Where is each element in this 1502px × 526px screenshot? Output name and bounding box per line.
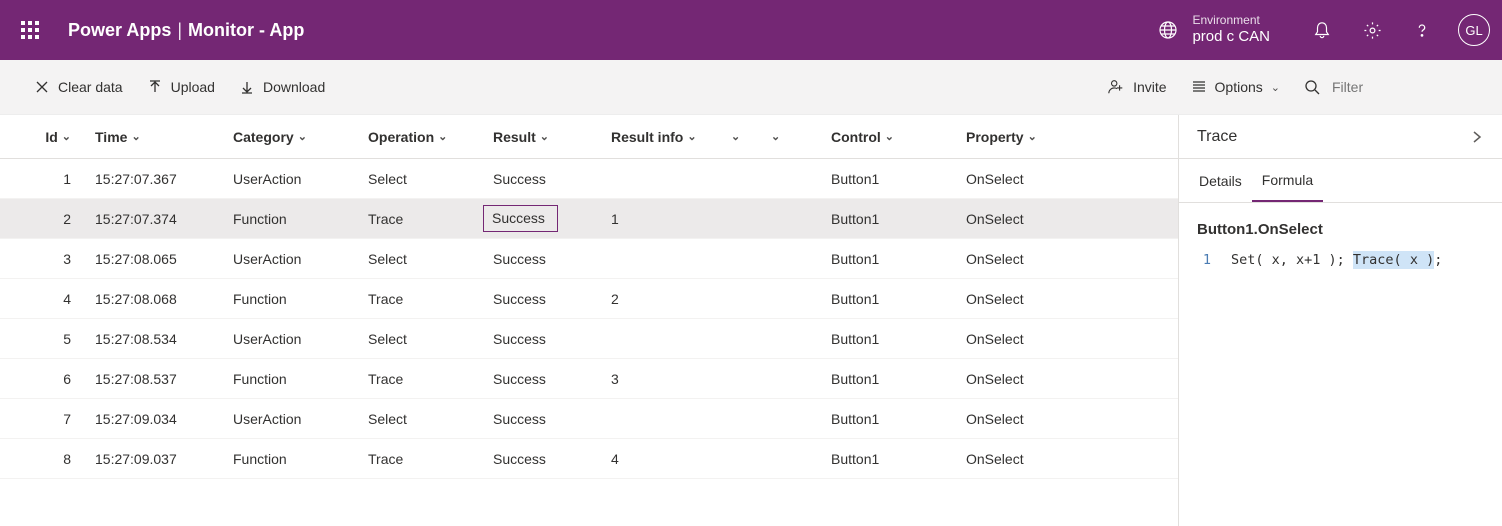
col-result[interactable]: Result⌄ [485,129,603,145]
invite-button[interactable]: Invite [1103,72,1170,102]
chevron-down-icon: ⌄ [62,130,71,143]
upload-button[interactable]: Upload [143,73,219,101]
table-row[interactable]: 115:27:07.367UserActionSelectSuccessButt… [0,159,1178,199]
notifications-icon[interactable] [1300,8,1344,52]
chevron-down-icon: ⌄ [438,130,447,143]
chevron-down-icon: ⌄ [1271,81,1280,94]
chevron-down-icon: ⌄ [885,130,894,143]
list-icon [1191,79,1207,95]
clear-data-button[interactable]: Clear data [30,73,127,101]
app-header: Power Apps|Monitor - App Environment pro… [0,0,1502,60]
highlighted-trace: Trace( x ) [1353,251,1434,269]
upload-icon [147,79,163,95]
user-avatar[interactable]: GL [1458,14,1490,46]
download-icon [239,79,255,95]
command-bar: Clear data Upload Download Invite Option… [0,60,1502,115]
page-title: Power Apps|Monitor - App [68,20,304,41]
environment-picker[interactable]: Environment prod c CAN [1158,13,1270,47]
col-id[interactable]: Id⌄ [12,129,87,145]
chevron-right-icon[interactable] [1470,130,1484,144]
formula-title: Button1.OnSelect [1197,221,1484,238]
events-grid: Id⌄ Time⌄ Category⌄ Operation⌄ Result⌄ R… [0,115,1178,526]
help-icon[interactable] [1400,8,1444,52]
chevron-down-icon: ⌄ [687,130,696,143]
table-row[interactable]: 615:27:08.537FunctionTraceSuccess3Button… [0,359,1178,399]
grid-header-row: Id⌄ Time⌄ Category⌄ Operation⌄ Result⌄ R… [0,115,1178,159]
environment-label: Environment [1192,13,1270,28]
table-row[interactable]: 415:27:08.068FunctionTraceSuccess2Button… [0,279,1178,319]
col-category[interactable]: Category⌄ [225,129,360,145]
chevron-down-icon: ⌄ [540,130,549,143]
col-operation[interactable]: Operation⌄ [360,129,485,145]
search-icon [1304,79,1320,95]
chevron-down-icon: ⌄ [731,130,740,143]
formula-code-line: 1 Set( x, x+1 ); Trace( x ); [1197,252,1484,268]
table-row[interactable]: 815:27:09.037FunctionTraceSuccess4Button… [0,439,1178,479]
table-row[interactable]: 515:27:08.534UserActionSelectSuccessButt… [0,319,1178,359]
panel-title: Trace [1197,128,1237,146]
col-property[interactable]: Property⌄ [958,129,1078,145]
col-time[interactable]: Time⌄ [87,129,225,145]
filter-field[interactable] [1300,69,1472,105]
table-row[interactable]: 315:27:08.065UserActionSelectSuccessButt… [0,239,1178,279]
col-result-info[interactable]: Result info⌄ [603,129,723,145]
col-control[interactable]: Control⌄ [823,129,958,145]
tab-formula[interactable]: Formula [1252,159,1323,202]
download-button[interactable]: Download [235,73,329,101]
environment-name: prod c CAN [1192,28,1270,47]
table-row[interactable]: 215:27:07.374FunctionTraceSuccess1Button… [0,199,1178,239]
invite-icon [1107,78,1125,96]
chevron-down-icon: ⌄ [1028,130,1037,143]
col-extra-1[interactable]: ⌄ [723,130,763,143]
table-row[interactable]: 715:27:09.034UserActionSelectSuccessButt… [0,399,1178,439]
chevron-down-icon: ⌄ [771,130,780,143]
col-extra-2[interactable]: ⌄ [763,130,823,143]
line-number: 1 [1197,252,1211,268]
waffle-icon[interactable] [12,12,48,48]
filter-input[interactable] [1328,75,1468,99]
tab-details[interactable]: Details [1189,159,1252,202]
options-button[interactable]: Options ⌄ [1187,73,1284,101]
chevron-down-icon: ⌄ [298,130,307,143]
close-icon [34,79,50,95]
details-panel: Trace Details Formula Button1.OnSelect 1… [1178,115,1502,526]
globe-icon [1158,20,1178,40]
chevron-down-icon: ⌄ [131,130,140,143]
settings-icon[interactable] [1350,8,1394,52]
